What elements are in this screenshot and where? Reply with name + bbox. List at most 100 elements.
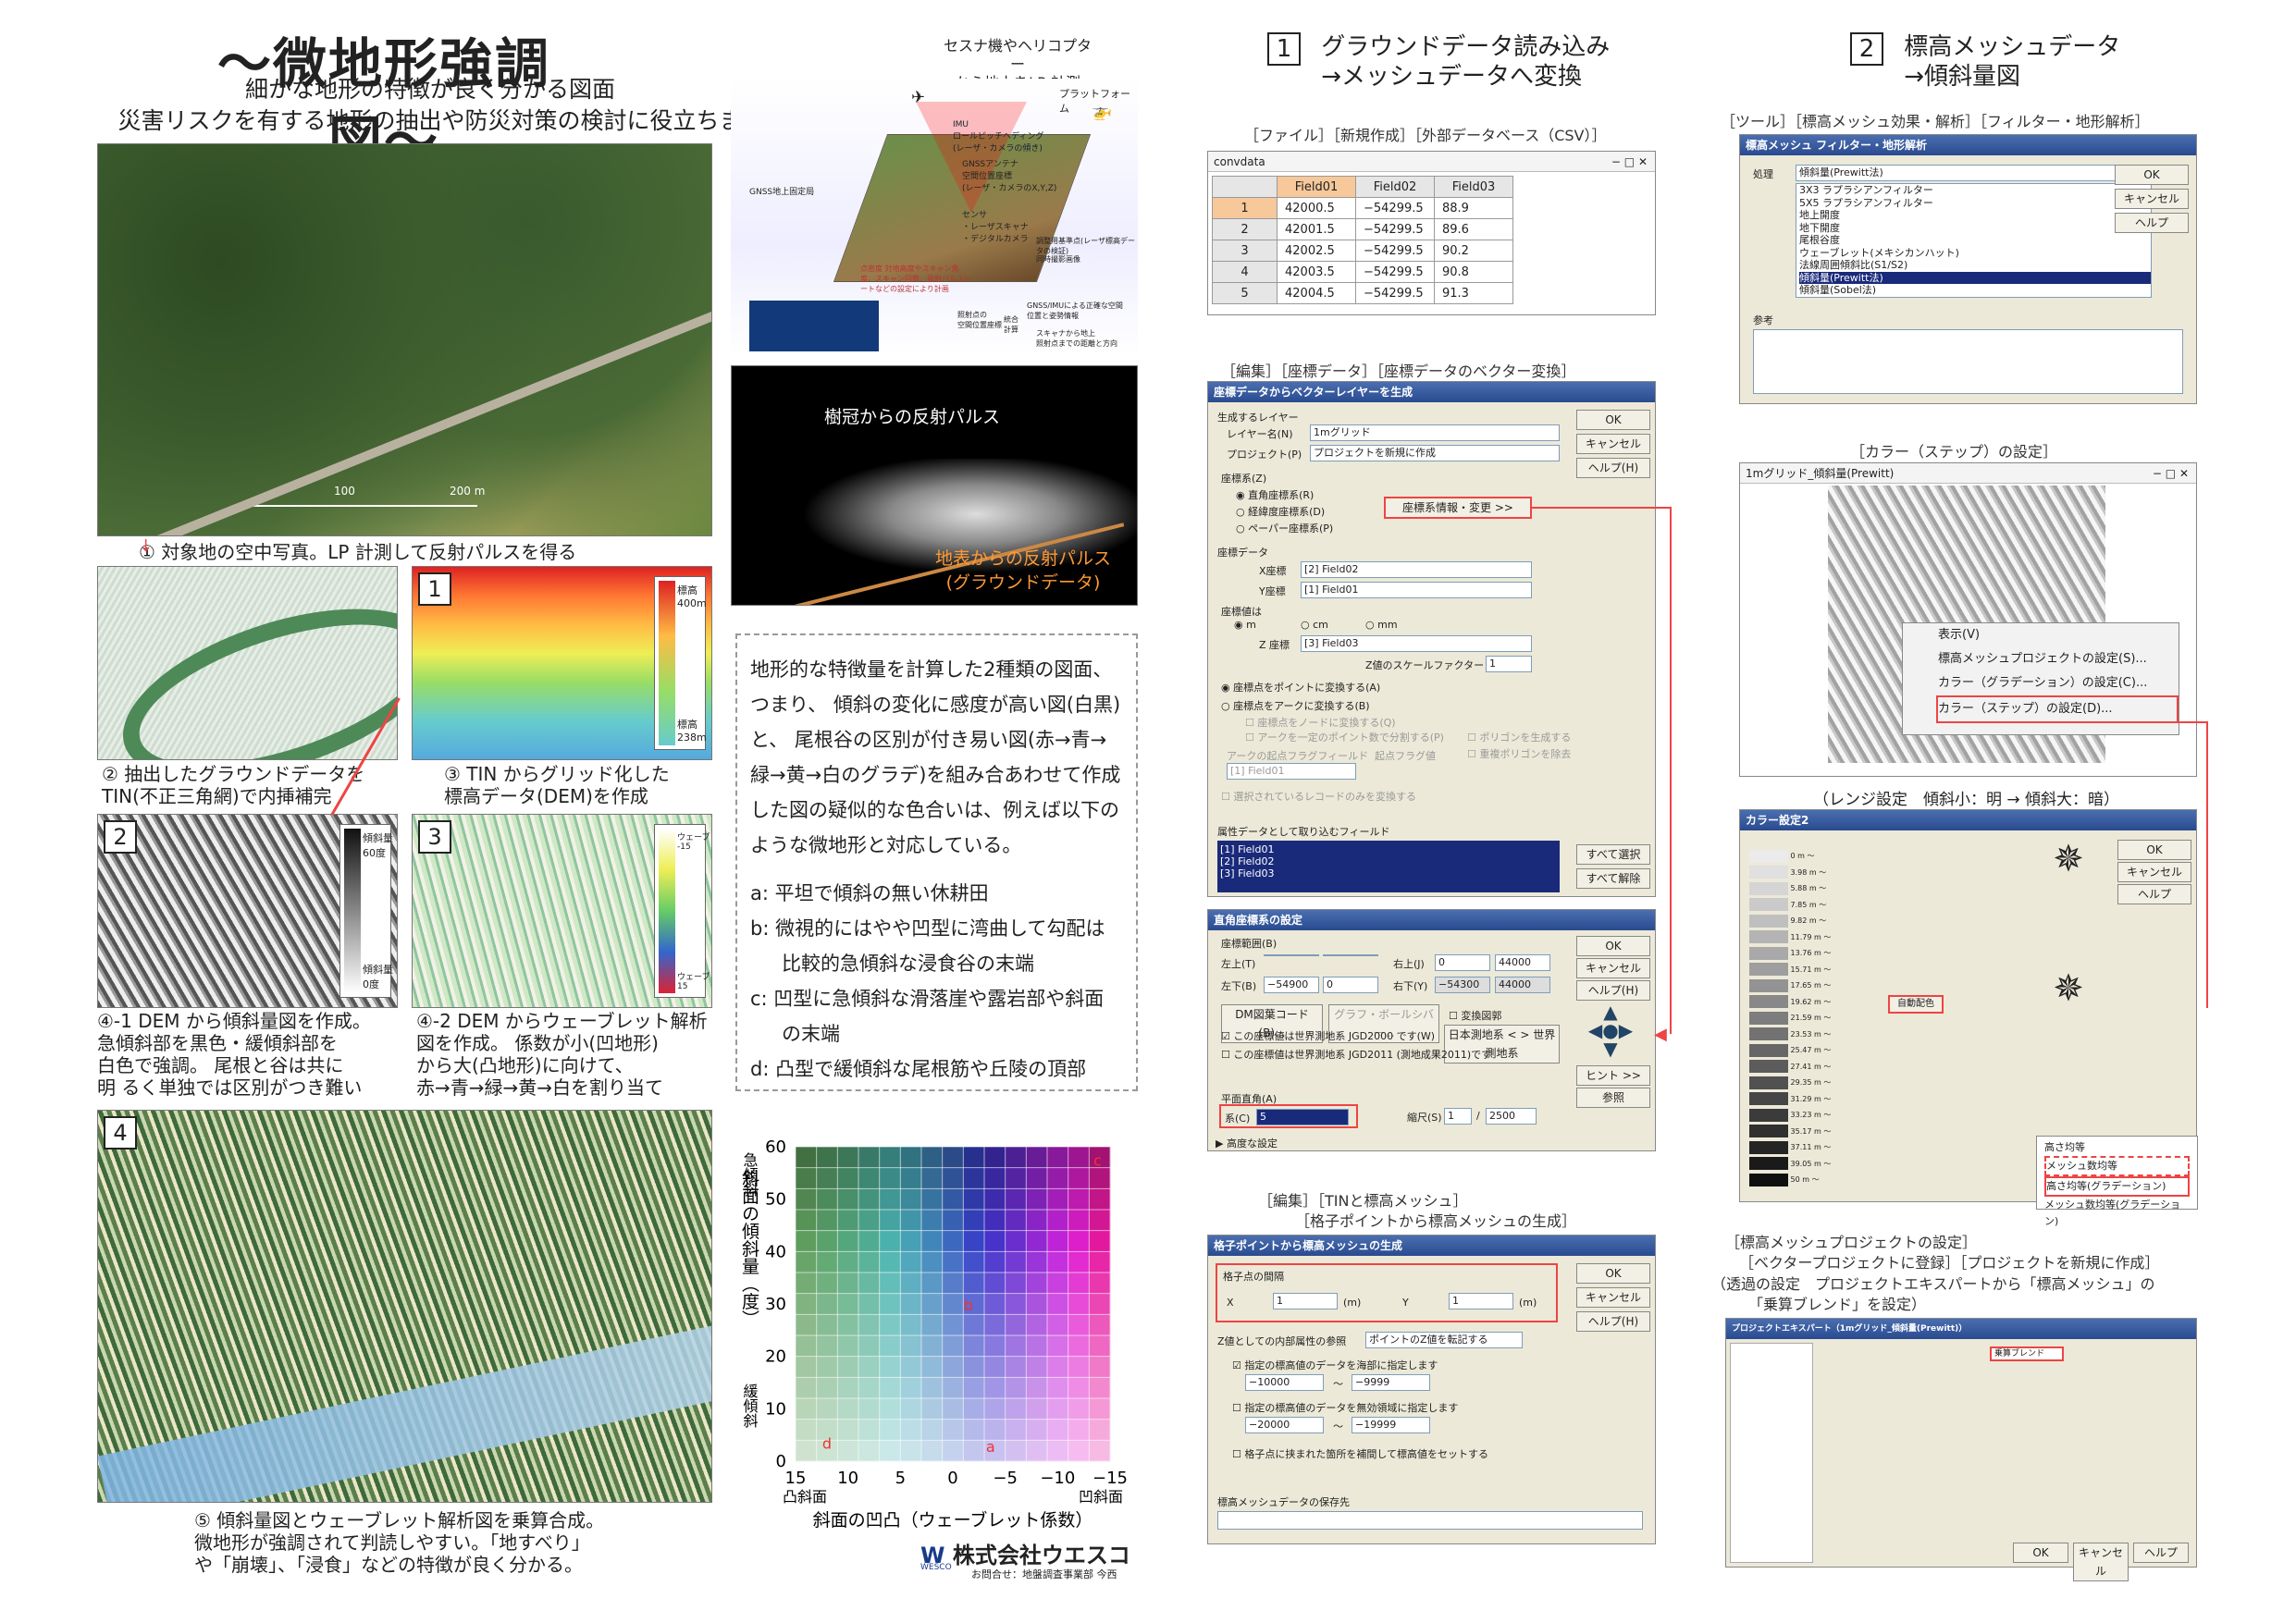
color-step-item[interactable]: 50 m 〜 <box>1749 1173 1842 1187</box>
popup-mesh-gradient[interactable]: メッシュ数均等(グラデーション) <box>2044 1197 2190 1230</box>
color-step-item[interactable]: 19.62 m 〜 <box>1749 995 1842 1010</box>
ctx-gradient-color[interactable]: カラー（グラデーション）の設定(C)... <box>1938 671 2179 695</box>
left-top-y-input[interactable] <box>1323 954 1378 956</box>
help-button[interactable]: ヘルプ(H) <box>1576 458 1650 478</box>
project-tree[interactable] <box>1730 1343 1813 1563</box>
color-step-item[interactable]: 27.41 m 〜 <box>1749 1060 1842 1075</box>
window-controls-icon[interactable]: − □ ✕ <box>1611 152 1655 172</box>
auto-color-button[interactable]: 自動配色 <box>1888 995 1944 1014</box>
list-item[interactable]: 地上開度 <box>1799 209 2151 222</box>
color-step-list[interactable]: 0 m 〜 3.98 m 〜 5.88 m 〜 7.85 m 〜 9.82 m … <box>1749 849 1842 1191</box>
color-step-item[interactable]: 29.35 m 〜 <box>1749 1076 1842 1090</box>
color-step-item[interactable]: 0 m 〜 <box>1749 849 1842 864</box>
blend-mode-select[interactable]: 乗算ブレンド <box>1990 1346 2064 1361</box>
trans-checkbox[interactable]: ☐ 変換図郭 <box>1449 1008 1501 1023</box>
cancel-button[interactable]: キャンセル <box>1576 434 1650 454</box>
ref-textarea[interactable] <box>1753 329 2183 394</box>
invalid-max-input[interactable]: −19999 <box>1352 1417 1430 1433</box>
right-bottom-x-input[interactable]: −54300 <box>1435 977 1490 993</box>
list-item[interactable]: 尾根谷度 <box>1799 234 2151 247</box>
color-step-item[interactable]: 11.79 m 〜 <box>1749 930 1842 945</box>
zattr-select[interactable]: ポイントのZ値を転記する <box>1365 1332 1523 1348</box>
right-top-x-input[interactable]: 0 <box>1435 954 1490 971</box>
help-button[interactable]: ヘルプ(H) <box>1576 1311 1650 1332</box>
help-button[interactable]: ヘルプ <box>2117 884 2191 904</box>
scale-denominator-input[interactable]: 2500 <box>1486 1108 1537 1125</box>
arc-field-select[interactable]: [1] Field01 <box>1227 763 1356 780</box>
polygon-checkbox[interactable]: ☐ ポリゴンを生成する <box>1467 730 1571 744</box>
ctx-view[interactable]: 表示(V) <box>1938 623 2179 647</box>
window-controls-icon[interactable]: − □ ✕ <box>2153 463 2196 484</box>
ok-button[interactable]: OK <box>1576 1263 1650 1284</box>
ok-button[interactable]: OK <box>2115 165 2189 185</box>
hint-button[interactable]: ヒント >> <box>1576 1065 1650 1086</box>
table-row[interactable]: 5 42004.5 −54299.5 91.3 <box>1212 282 1513 304</box>
attr-fields-list[interactable]: [1] Field01 [2] Field02 [3] Field03 <box>1217 841 1560 892</box>
reference-button[interactable]: 参照 <box>1576 1088 1650 1108</box>
help-button[interactable]: ヘルプ <box>2133 1543 2189 1563</box>
left-top-x-input[interactable] <box>1264 954 1319 956</box>
table-row[interactable]: 3 42002.5 −54299.5 90.2 <box>1212 240 1513 262</box>
color-step-item[interactable]: 35.17 m 〜 <box>1749 1125 1842 1139</box>
ok-button[interactable]: OK <box>1576 936 1650 956</box>
selected-only-checkbox[interactable]: ☐ 選択されているレコードのみを変換する <box>1221 789 1416 804</box>
color-step-item[interactable]: 37.11 m 〜 <box>1749 1140 1842 1155</box>
unit-mm-radio[interactable]: ○ mm <box>1365 619 1398 631</box>
jgd2011-checkbox[interactable]: ☐ この座標値は世界測地系 JGD2011 (測地成果2011)です <box>1221 1047 1491 1062</box>
color-step-item[interactable]: 15.71 m 〜 <box>1749 963 1842 977</box>
cancel-button[interactable]: キャンセル <box>2115 189 2189 209</box>
cancel-button[interactable]: キャンセル <box>2117 862 2191 882</box>
cancel-button[interactable]: キャンセル <box>2073 1543 2129 1581</box>
popup-height-equal[interactable]: 高さ均等 <box>2044 1139 2190 1156</box>
light-direction-icon[interactable]: ✵ <box>2041 838 2096 893</box>
y-coord-select[interactable]: [1] Field01 <box>1301 582 1532 598</box>
color-step-item[interactable]: 25.47 m 〜 <box>1749 1043 1842 1058</box>
color-step-item[interactable]: 7.85 m 〜 <box>1749 898 1842 913</box>
color-step-item[interactable]: 33.23 m 〜 <box>1749 1108 1842 1123</box>
invalid-checkbox[interactable]: ☐ 指定の標高値のデータを無効領域に指定します <box>1232 1400 1458 1415</box>
left-bottom-y-input[interactable]: 0 <box>1323 977 1378 993</box>
color-step-item[interactable]: 23.53 m 〜 <box>1749 1027 1842 1042</box>
color-step-item[interactable]: 13.76 m 〜 <box>1749 946 1842 961</box>
color-step-item[interactable]: 39.05 m 〜 <box>1749 1157 1842 1172</box>
save-path-input[interactable] <box>1217 1511 1643 1530</box>
help-button[interactable]: ヘルプ(H) <box>1576 980 1650 1001</box>
as-node-checkbox[interactable]: ☐ 座標点をノードに変換する(Q) <box>1245 715 1396 730</box>
zscale-input[interactable]: 1 <box>1486 656 1532 672</box>
left-bottom-x-input[interactable]: −54900 <box>1264 977 1319 993</box>
color-step-item[interactable]: 17.65 m 〜 <box>1749 978 1842 993</box>
col-header-3[interactable]: Field03 <box>1434 176 1513 198</box>
cancel-button[interactable]: キャンセル <box>1576 958 1650 978</box>
sea-checkbox[interactable]: ☑ 指定の標高値のデータを海部に指定します <box>1232 1358 1438 1372</box>
invalid-min-input[interactable]: −20000 <box>1245 1417 1324 1433</box>
list-item[interactable]: [2] Field02 <box>1220 855 1557 867</box>
color-step-item[interactable]: 31.29 m 〜 <box>1749 1092 1842 1107</box>
jgd2000-checkbox[interactable]: ☑ この座標値は世界測地系 JGD2000 です(W) <box>1221 1028 1435 1043</box>
list-item[interactable]: 法線周囲傾斜比(S1/S2) <box>1799 259 2151 272</box>
ctx-project-settings[interactable]: 標高メッシュプロジェクトの設定(S)... <box>1938 647 2179 671</box>
interval-y-input[interactable]: 1 <box>1449 1293 1513 1309</box>
list-item[interactable]: ウェーブレット(メキシカンハット) <box>1799 247 2151 260</box>
table-row[interactable]: 1 42000.5 −54299.5 88.9 <box>1212 197 1513 219</box>
popup-mesh-equal[interactable]: メッシュ数均等 <box>2044 1156 2190 1176</box>
advanced-toggle[interactable]: ▶ 高度な設定 <box>1216 1136 1278 1150</box>
interval-x-input[interactable]: 1 <box>1273 1293 1338 1309</box>
pan-arrows-icon[interactable]: ▲ ◀●▶ ▼ <box>1574 1002 1648 1058</box>
sea-min-input[interactable]: −10000 <box>1245 1374 1324 1391</box>
color-step-item[interactable]: 5.88 m 〜 <box>1749 881 1842 896</box>
list-item[interactable]: 5X5 ラプラシアンフィルター <box>1799 197 2151 210</box>
color-step-item[interactable]: 21.59 m 〜 <box>1749 1011 1842 1026</box>
popup-height-gradient[interactable]: 高さ均等(グラデーション) <box>2044 1176 2190 1197</box>
select-all-button[interactable]: すべて選択 <box>1576 844 1650 865</box>
zone-select[interactable]: 5 <box>1256 1109 1349 1125</box>
as-point-radio[interactable]: ◉ 座標点をポイントに変換する(A) <box>1221 680 1380 695</box>
table-row[interactable]: 4 42003.5 −54299.5 90.8 <box>1212 261 1513 283</box>
z-coord-select[interactable]: [3] Field03 <box>1301 635 1532 652</box>
cancel-button[interactable]: キャンセル <box>1576 1287 1650 1308</box>
table-row[interactable]: 2 42001.5 −54299.5 89.6 <box>1212 218 1513 240</box>
unit-m-radio[interactable]: ◉ m <box>1234 619 1256 631</box>
as-arc-radio[interactable]: ○ 座標点をアークに変換する(B) <box>1221 698 1370 713</box>
rect-radio[interactable]: ◉ 直角座標系(R) <box>1236 487 1314 502</box>
paper-radio[interactable]: ○ ペーパー座標系(P) <box>1236 521 1333 535</box>
list-item[interactable]: 傾斜量(Sobel法) <box>1799 284 2151 297</box>
